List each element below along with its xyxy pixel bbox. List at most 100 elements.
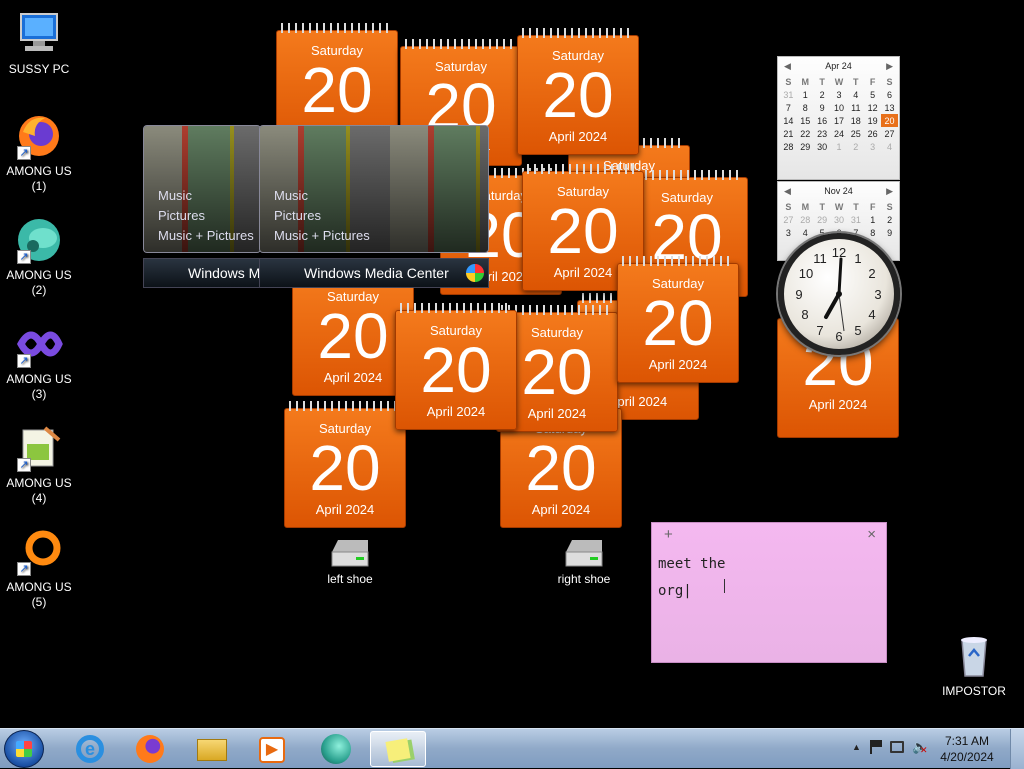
calendar-month-year: April 2024: [808, 397, 868, 412]
clock-hour-hand: [824, 292, 841, 319]
clock-minute-hand: [837, 257, 843, 296]
taskbar-internet-explorer[interactable]: e: [62, 731, 118, 767]
taskbar-time: 7:31 AM: [944, 734, 990, 748]
media-center-item-music[interactable]: Music: [158, 186, 254, 206]
sticky-note-text[interactable]: meet the org|: [658, 551, 886, 605]
network-icon[interactable]: [890, 741, 904, 753]
taskbar-file-explorer[interactable]: [184, 731, 240, 767]
desktop-icon-among-us-3[interactable]: ↗ AMONG US (3): [0, 320, 78, 402]
calendar-day: 20: [542, 59, 614, 131]
svg-text:11: 11: [813, 251, 827, 266]
calendar-month-year: April 2024: [426, 404, 486, 419]
svg-text:5: 5: [854, 323, 861, 338]
sticky-notes-icon: [385, 738, 411, 762]
taskbar-date: 4/20/2024: [940, 750, 994, 764]
calendar-day: 20: [309, 432, 381, 504]
calendar-month-year: April 2024: [531, 502, 591, 517]
desktop-icon-label: AMONG US: [6, 580, 72, 594]
desktop-icon-among-us-4[interactable]: ↗ AMONG US (4): [0, 424, 78, 506]
drive-left-shoe[interactable]: left shoe: [305, 538, 395, 586]
start-button[interactable]: [4, 730, 44, 768]
drive-right-shoe[interactable]: right shoe: [539, 538, 629, 586]
desktop-icon-label: AMONG US: [6, 164, 72, 178]
media-center-item-pictures[interactable]: Pictures: [274, 206, 370, 226]
taskbar-sticky-notes[interactable]: [370, 731, 426, 767]
desktop-icon-label: (3): [31, 387, 47, 401]
svg-text:4: 4: [868, 307, 875, 322]
next-month-arrow-icon[interactable]: ▶: [886, 182, 893, 200]
svg-text:3: 3: [874, 287, 881, 302]
svg-text:12: 12: [832, 245, 846, 260]
sticky-note[interactable]: + × meet the org|: [651, 522, 887, 663]
desktop-icon-label: AMONG US: [6, 476, 72, 490]
close-note-button[interactable]: ×: [867, 526, 876, 543]
media-center-item-pictures[interactable]: Pictures: [158, 206, 254, 226]
text-cursor-icon: [724, 579, 725, 593]
calendar-month-year: April 2024: [315, 502, 375, 517]
clock-gadget[interactable]: 12 1 2 3 4 5 6 7 8 9 10 11: [778, 233, 900, 355]
prev-month-arrow-icon[interactable]: ◀: [784, 182, 791, 200]
svg-text:10: 10: [799, 266, 813, 281]
calendar-month-year: April 2024: [548, 129, 608, 144]
media-center-item-music-pictures[interactable]: Music + Pictures: [274, 226, 370, 246]
mini-calendar-grid: SMTWTFS 31 1 2 3 4 5 6 7 8 9 10 11 12 13 14 15 16 17 18 1…: [780, 75, 898, 153]
file-explorer-icon: [197, 739, 227, 761]
calendar-gadget[interactable]: Saturday 20 April 2024: [517, 28, 639, 155]
calendar-gadget[interactable]: Saturday 20 April 2024: [284, 401, 406, 528]
next-month-arrow-icon[interactable]: ▶: [886, 57, 893, 75]
volume-muted-icon[interactable]: 🔈 ✕: [912, 739, 928, 755]
mini-calendar-title: Nov 24: [824, 186, 853, 196]
shortcut-arrow-icon: ↗: [17, 146, 31, 160]
drive-icon: [328, 538, 372, 568]
globe-icon: ↗: [15, 216, 63, 264]
desktop-icon-label: (1): [31, 179, 47, 193]
windows-logo-icon: [16, 741, 32, 757]
action-center-flag-icon[interactable]: [870, 740, 882, 754]
globe-icon: [321, 734, 351, 764]
svg-text:1: 1: [854, 251, 861, 266]
media-center-item-music[interactable]: Music: [274, 186, 370, 206]
desktop-icon-sussy-pc[interactable]: SUSSY PC: [0, 10, 78, 77]
visual-studio-icon: ↗: [15, 320, 63, 368]
prev-month-arrow-icon[interactable]: ◀: [784, 57, 791, 75]
show-hidden-icons-button[interactable]: ▲: [852, 742, 861, 752]
show-desktop-button[interactable]: [1010, 729, 1024, 769]
svg-text:2: 2: [868, 266, 875, 281]
shortcut-arrow-icon: ↗: [17, 562, 31, 576]
media-center-brand-suffix: Media Center: [364, 265, 449, 281]
recycle-bin-icon: [950, 632, 998, 680]
calendar-day: 20: [547, 195, 619, 267]
desktop-icon-among-us-5[interactable]: ↗ AMONG US (5): [0, 528, 78, 610]
desktop-icon-among-us-1[interactable]: ↗ AMONG US (1): [0, 112, 78, 194]
computer-icon: [15, 10, 63, 58]
svg-text:6: 6: [835, 329, 842, 344]
desktop-icon-label: (5): [31, 595, 47, 609]
media-center-brand: Windows: [304, 265, 361, 281]
calendar-day: 20: [642, 287, 714, 359]
desktop-icon-label: (2): [31, 283, 47, 297]
media-center-item-music-pictures[interactable]: Music + Pictures: [158, 226, 254, 246]
shortcut-arrow-icon: ↗: [17, 458, 31, 472]
taskbar-media-player[interactable]: ▶: [244, 731, 300, 767]
media-center-brand: Windows M: [188, 265, 261, 281]
taskbar-clock[interactable]: 7:31 AM 4/20/2024: [932, 733, 1002, 765]
media-center-gadget[interactable]: Music Pictures Music + Pictures: [143, 125, 261, 253]
media-center-gadget[interactable]: Music Pictures Music + Pictures: [259, 125, 489, 253]
mini-calendar-april[interactable]: ◀ Apr 24 ▶ SMTWTFS 31 1 2 3 4 5 6 7 8 9 10 11 12 13 …: [777, 56, 900, 180]
desktop-icon-label: AMONG US: [6, 372, 72, 386]
mini-calendar-title: Apr 24: [825, 61, 852, 71]
windows-logo-icon: [466, 264, 484, 282]
taskbar-globe-app[interactable]: [308, 731, 364, 767]
system-tray: ▲ 🔈 ✕ 7:31 AM 4/20/2024: [844, 729, 1024, 769]
media-center-brand-bar: Windows Media Center: [259, 258, 489, 288]
desktop-icon-label: AMONG US: [6, 268, 72, 282]
desktop-icon-label: (4): [31, 491, 47, 505]
recycle-bin[interactable]: IMPOSTOR: [935, 632, 1013, 699]
calendar-gadget[interactable]: Saturday 20 April 2024: [395, 303, 517, 430]
calendar-gadget[interactable]: Saturday 20 April 2024: [617, 256, 739, 383]
media-player-icon: ▶: [259, 737, 285, 763]
desktop-icon-among-us-2[interactable]: ↗ AMONG US (2): [0, 216, 78, 298]
taskbar-firefox[interactable]: [122, 731, 178, 767]
add-note-button[interactable]: +: [664, 526, 673, 543]
today-cell: 20: [881, 114, 898, 127]
